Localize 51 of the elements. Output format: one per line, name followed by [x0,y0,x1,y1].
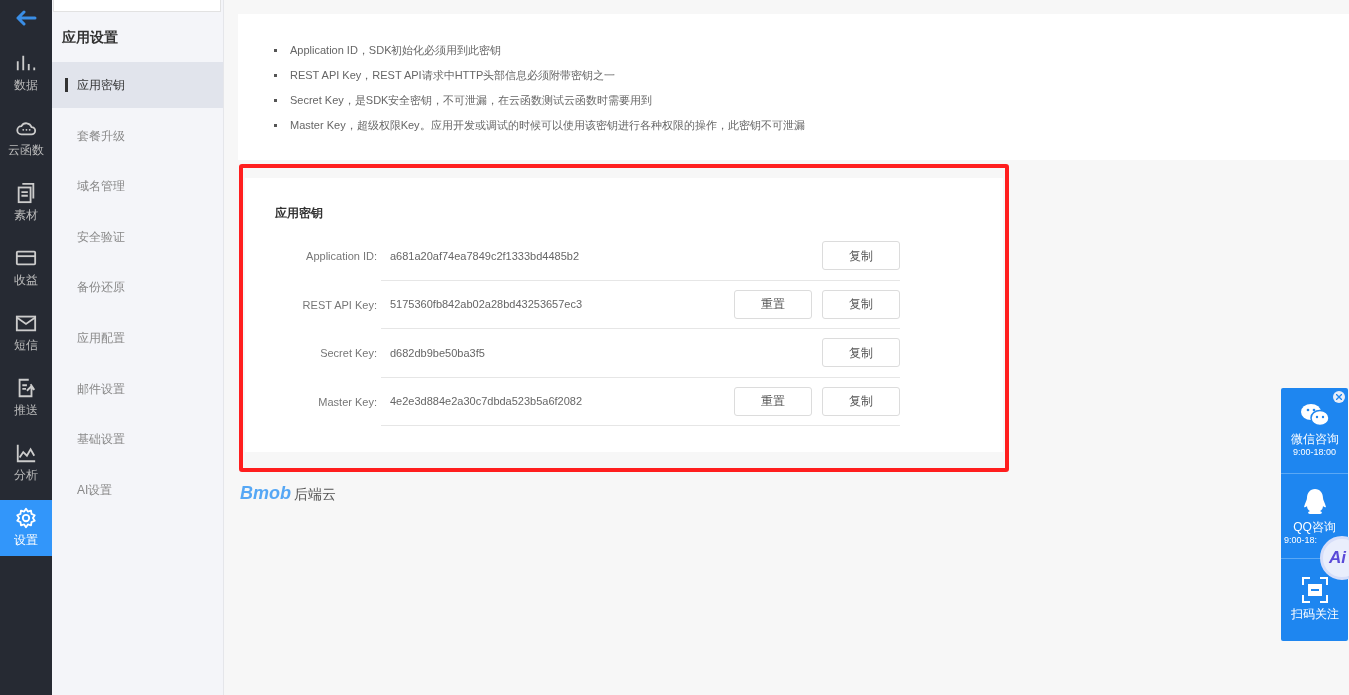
key-label: Master Key: [317,394,377,410]
bullet-icon [274,99,277,102]
line-chart-icon [15,442,37,464]
key-value: 5175360fb842ab02a28bd43253657ec3 [390,297,584,312]
contact-label[interactable]: QQ咨询 [1293,519,1336,535]
note-text: REST API Key，REST API请求中HTTP头部信息必须附带密钥之一 [290,68,616,83]
note-text: Master Key，超级权限Key。应用开发或调试的时候可以使用该密钥进行各种权限的操作，此密钥不可泄漏 [290,118,805,133]
bullet-icon [274,49,277,52]
rail-item[interactable]: 云函数 [0,110,52,166]
section-title: 应用设置 [61,27,119,47]
brand-name: 后端云 [294,486,336,502]
key-value: a681a20af74ea7849c2f1333bd4485b2 [390,248,581,264]
action-button[interactable]: 重置 [734,289,812,319]
action-button[interactable]: 复制 [822,338,900,368]
submenu-item[interactable]: 邮件设置 [52,365,223,412]
action-button[interactable]: 复制 [822,386,900,416]
penguin-icon [1301,488,1328,516]
rail-item[interactable]: 推送 [0,370,52,426]
action-button[interactable]: 复制 [822,289,900,319]
contact-hours: 9:00-18:00 [1292,447,1336,458]
key-label: Secret Key: [319,346,377,361]
rail-item[interactable]: 短信 [0,305,52,361]
submenu-item[interactable]: 应用配置 [52,314,223,361]
submenu-item[interactable]: 应用密钥 [52,62,223,108]
bullet-icon [274,74,277,77]
submenu-item[interactable]: 域名管理 [52,163,223,210]
contact-hours: 9:00-18: [1283,535,1318,546]
rail-item[interactable]: 分析 [0,435,52,491]
key-label: REST API Key: [301,297,377,313]
rail-item[interactable]: 素材 [0,175,52,231]
back-arrow-icon[interactable] [15,10,37,26]
brand-logo: Bmob [240,484,291,502]
close-icon[interactable] [1333,391,1345,403]
action-button[interactable]: 复制 [822,241,900,271]
submenu-item[interactable]: 基础设置 [52,416,223,463]
card-title: 应用密钥 [275,205,324,222]
scan-icon [1301,577,1328,603]
documents-icon [15,182,37,204]
contact-label[interactable]: 扫码关注 [1290,606,1339,622]
action-button[interactable]: 重置 [734,386,812,416]
key-value: d682db9be50ba3f5 [390,345,486,361]
rail-item[interactable]: 收益 [0,240,52,296]
key-label: Application ID: [305,249,377,264]
rail-item[interactable]: 数据 [0,45,52,101]
wechat-icon [1299,402,1330,428]
bullet-icon [274,124,277,127]
contact-label[interactable]: 微信咨询 [1290,431,1339,447]
settings-icon [15,507,37,529]
key-value: 4e2e3d884e2a30c7dbda523b5a6f2082 [390,394,584,409]
note-text: Secret Key，是SDK安全密钥，不可泄漏，在云函数测试云函数时需要用到 [290,93,653,108]
note-text: Application ID，SDK初始化必须用到此密钥 [290,43,502,58]
